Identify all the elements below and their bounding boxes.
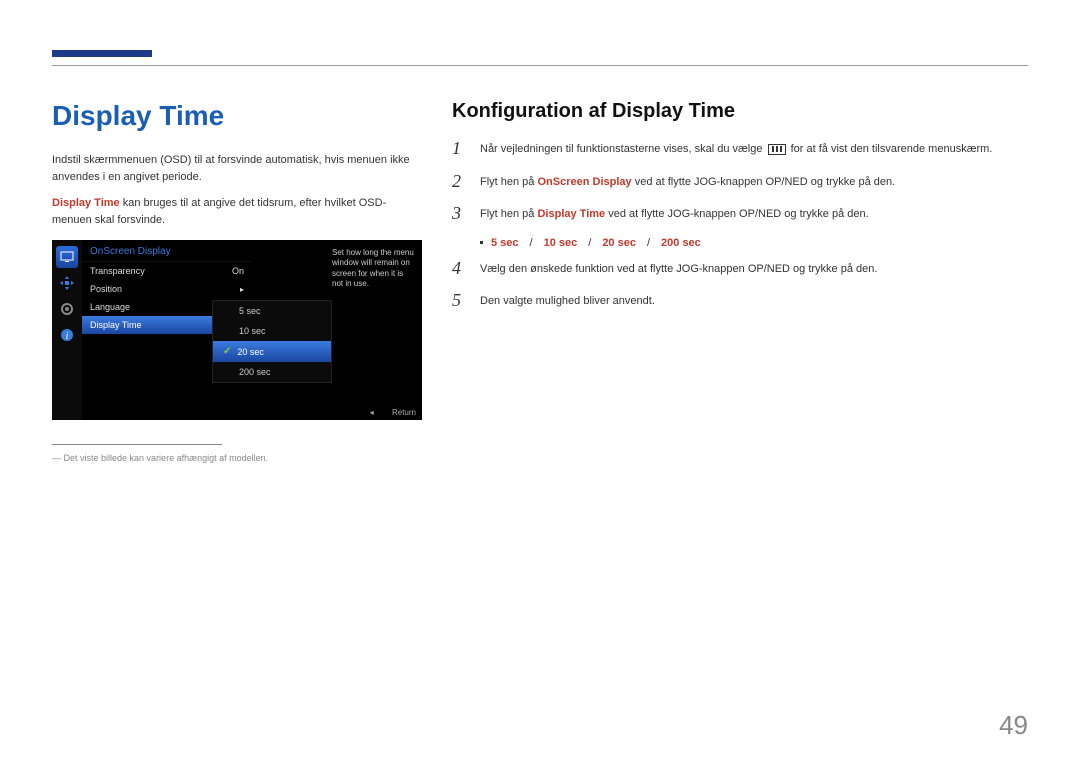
monitor-icon — [56, 246, 78, 268]
info-icon: i — [56, 324, 78, 346]
step-5: 5 Den valgte mulighed bliver anvendt. — [452, 291, 1028, 310]
step-body: Flyt hen på OnScreen Display ved at flyt… — [480, 172, 1028, 191]
page-title: Display Time — [52, 100, 422, 132]
osd-option-200sec: 200 sec — [213, 362, 331, 382]
option-5sec: 5 sec — [491, 237, 519, 249]
left-column: Display Time Indstil skærmmenuen (OSD) t… — [52, 100, 422, 463]
osd-option-10sec: 10 sec — [213, 321, 331, 341]
option-200sec: 200 sec — [661, 237, 701, 249]
header-rule — [52, 65, 1028, 66]
osd-footer: ◂ Return — [370, 408, 416, 417]
step-number: 5 — [452, 291, 468, 309]
step-number: 3 — [452, 204, 468, 222]
display-time-term: Display Time — [537, 208, 605, 220]
osd-label: Display Time — [90, 320, 142, 330]
footnote-divider — [52, 444, 222, 445]
header-accent-bar — [52, 50, 152, 57]
footnote-dash: ― — [52, 453, 61, 463]
sep: / — [588, 237, 591, 249]
osd-screenshot: i OnScreen Display Transparency On Posit… — [52, 240, 422, 420]
page-number: 49 — [999, 710, 1028, 741]
check-icon: ✓ — [223, 346, 231, 357]
chevron-right-icon: ▸ — [240, 285, 244, 294]
osd-option-20sec: ✓20 sec — [213, 341, 331, 362]
osd-submenu: 5 sec 10 sec ✓20 sec 200 sec — [212, 300, 332, 383]
step-body: Flyt hen på Display Time ved at flytte J… — [480, 204, 1028, 223]
right-column: Konfiguration af Display Time 1 Når vejl… — [452, 100, 1028, 463]
osd-row-transparency: Transparency On — [82, 262, 252, 280]
intro-paragraph-2: Display Time kan bruges til at angive de… — [52, 195, 422, 228]
footnote-text: Det viste billede kan variere afhængigt … — [64, 453, 269, 463]
step-body: Den valgte mulighed bliver anvendt. — [480, 291, 1028, 310]
display-time-term: Display Time — [52, 197, 120, 209]
sep: / — [647, 237, 650, 249]
osd-value: On — [232, 266, 244, 276]
step-1: 1 Når vejledningen til funktionstasterne… — [452, 139, 1028, 158]
svg-text:i: i — [66, 331, 69, 342]
step-body: Vælg den ønskede funktion ved at flytte … — [480, 259, 1028, 278]
options-bullet: 5 sec / 10 sec / 20 sec / 200 sec — [480, 237, 1028, 249]
step-number: 2 — [452, 172, 468, 190]
intro-paragraph-1: Indstil skærmmenuen (OSD) til at forsvin… — [52, 152, 422, 185]
menu-icon — [768, 144, 786, 155]
option-10sec: 10 sec — [544, 237, 578, 249]
osd-title: OnScreen Display — [82, 240, 252, 262]
footnote: ― Det viste billede kan variere afhængig… — [52, 453, 422, 463]
triangle-left-icon: ◂ — [370, 408, 374, 417]
section-heading: Konfiguration af Display Time — [452, 100, 1028, 123]
gear-icon — [56, 298, 78, 320]
bullet-icon — [480, 241, 483, 244]
osd-label: Transparency — [90, 266, 145, 276]
step-body: Når vejledningen til funktionstasterne v… — [480, 139, 1028, 158]
step-list: 1 Når vejledningen til funktionstasterne… — [452, 139, 1028, 310]
osd-help-text: Set how long the menu window will remain… — [328, 244, 418, 294]
step-number: 1 — [452, 139, 468, 157]
step-2: 2 Flyt hen på OnScreen Display ved at fl… — [452, 172, 1028, 191]
option-20sec: 20 sec — [602, 237, 636, 249]
onscreen-display-term: OnScreen Display — [537, 176, 631, 188]
step-3: 3 Flyt hen på Display Time ved at flytte… — [452, 204, 1028, 223]
step-number: 4 — [452, 259, 468, 277]
osd-row-position: Position ▸ — [82, 280, 252, 298]
sep: / — [530, 237, 533, 249]
osd-return-label: Return — [392, 408, 416, 417]
osd-label: Language — [90, 302, 130, 312]
osd-label: Position — [90, 284, 122, 294]
step-4: 4 Vælg den ønskede funktion ved at flytt… — [452, 259, 1028, 278]
osd-option-5sec: 5 sec — [213, 301, 331, 321]
move-icon — [56, 272, 78, 294]
osd-sidebar: i — [52, 240, 82, 420]
